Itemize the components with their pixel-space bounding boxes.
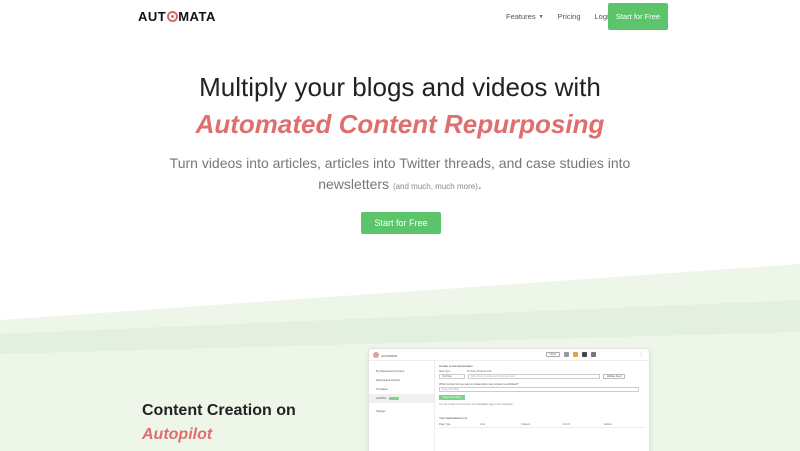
mockup-form-row: YouTube https://www.youtube.com/c/channe… — [439, 374, 645, 379]
trash-icon — [591, 352, 596, 357]
hero-title: Multiply your blogs and videos with — [199, 72, 601, 102]
source-select: YouTube — [439, 374, 465, 379]
target-icon — [166, 11, 178, 22]
mockup-brand: AUTOMATA — [381, 353, 398, 358]
section-accent-title: Autopilot — [142, 426, 213, 443]
mockup-toolbar: Home — [546, 352, 596, 357]
automations-list-title: Your Automations (1) — [439, 416, 467, 420]
table-header-cell: Actions — [603, 423, 612, 426]
logo-text-end: MATA — [178, 9, 216, 24]
nav-link-label: Features — [506, 12, 536, 21]
template-question: Which content do you want to create when… — [439, 383, 519, 386]
start-type-label: Start Type — [439, 370, 451, 373]
note-text-end: page in the workspace — [488, 403, 513, 406]
validate-feed-button: Validate Feed — [603, 374, 625, 379]
hero-subtitle: Turn videos into articles, articles into… — [160, 153, 640, 197]
logo-text-start: AUT — [138, 9, 167, 24]
hero-start-for-free-button[interactable]: Start for Free — [361, 212, 441, 234]
table-header-cell: Out Of — [562, 423, 570, 426]
mockup-form-title: Create a new Automation — [439, 364, 473, 368]
table-header-cell: Outputs — [521, 423, 530, 426]
channel-url-input: https://www.youtube.com/c/channel-name — [468, 374, 600, 379]
hero-accent-title: Automated Content Repurposing — [195, 109, 605, 139]
mockup-home-button: Home — [546, 352, 560, 357]
table-header-cell: Page Type — [439, 423, 451, 426]
sidebar-item: Repurposed Content — [376, 379, 400, 382]
template-select: Select Template — [439, 387, 639, 392]
app-icon — [573, 352, 578, 357]
new-badge — [389, 397, 400, 400]
logo[interactable]: AUT MATA — [138, 9, 216, 24]
nav-link-pricing[interactable]: Pricing — [558, 12, 581, 21]
more-menu-icon: ⋮ — [639, 352, 643, 357]
avatar — [373, 352, 379, 358]
top-nav: AUT MATA Features ▼ Pricing Login Start … — [0, 0, 800, 34]
hero-subtitle-end: . — [477, 176, 482, 192]
hero-subtitle-small: (and much, much more) — [392, 182, 478, 191]
start-for-free-button[interactable]: Start for Free — [608, 3, 668, 30]
mockup-form-labels: Start Type YouTube Channel Link — [439, 370, 645, 373]
channel-link-label: YouTube Channel Link — [466, 370, 492, 373]
sidebar-item: Settings — [376, 410, 386, 413]
mockup-sidebar: My Repurposed Content Repurposed Content… — [369, 361, 435, 451]
nav-links: Features ▼ Pricing Login — [506, 12, 613, 21]
caret-down-icon: ▼ — [538, 13, 544, 20]
pen-icon — [564, 352, 569, 357]
mockup-header: AUTOMATA Home ⋮ — [369, 349, 649, 361]
nav-link-features[interactable]: Features ▼ — [506, 12, 544, 21]
note-text: You can create new ones from your — [439, 403, 477, 406]
sidebar-item: Templates — [376, 388, 388, 391]
mockup-main: Create a new Automation Start Type YouTu… — [439, 364, 645, 428]
automations-table-header: Page Type Link Outputs Out Of Actions — [439, 423, 645, 428]
sidebar-item-label: AutoPilot — [376, 397, 387, 400]
dropbox-icon — [582, 352, 587, 357]
section-title: Content Creation on — [142, 402, 296, 419]
note-link: Templates — [477, 403, 489, 406]
mockup-note: You can create new ones from your Templa… — [439, 403, 645, 406]
sidebar-item-active: AutoPilot — [369, 394, 434, 403]
sidebar-item: My Repurposed Content — [376, 370, 405, 373]
table-header-cell: Link — [480, 423, 485, 426]
app-screenshot-mockup: AUTOMATA Home ⋮ My Repurposed Content Re… — [368, 348, 650, 451]
save-automation-button: Save Automation — [439, 395, 465, 400]
